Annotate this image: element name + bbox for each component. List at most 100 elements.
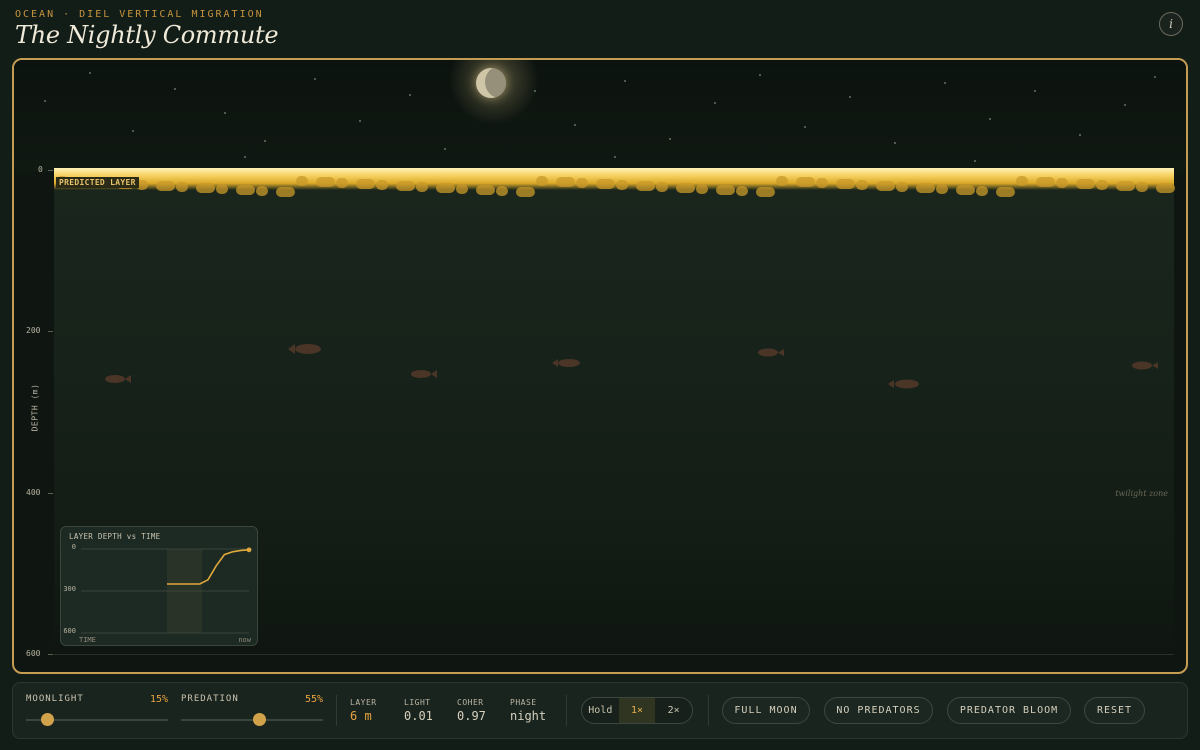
speed-2x[interactable]: 2× — [655, 698, 692, 723]
star — [409, 94, 411, 96]
moonlight-slider[interactable]: MOONLIGHT 15% — [26, 694, 168, 726]
stat-key: LIGHT — [404, 698, 431, 707]
moonlight-value: 15% — [149, 694, 168, 705]
plankton-cluster — [716, 185, 735, 195]
speed-toggle[interactable]: Hold 1× 2× — [581, 697, 693, 724]
plankton-cluster — [616, 180, 628, 190]
stat-value: night — [510, 709, 547, 723]
stat-key: LAYER — [350, 698, 377, 707]
tick-mark-0 — [48, 170, 53, 171]
stat-coher: COHER 0.97 — [457, 698, 486, 723]
plankton-cluster — [376, 180, 388, 190]
depth-tick-200: 200 — [26, 326, 41, 335]
depth-tick-400: 400 — [26, 488, 41, 497]
fish-icon — [552, 359, 580, 367]
slider-thumb[interactable] — [41, 713, 55, 726]
plankton-cluster — [676, 183, 695, 193]
no-predators-button[interactable]: NO PREDATORS — [824, 697, 933, 724]
layer-depth-chart: LAYER DEPTH vs TIME 0 300 600 TIME now — [60, 526, 258, 646]
tick-mark-400 — [48, 493, 53, 494]
star — [804, 126, 806, 128]
plankton-cluster — [236, 185, 255, 195]
plankton-cluster — [636, 181, 655, 191]
plankton-cluster — [356, 179, 375, 189]
divider — [336, 695, 337, 726]
plankton-cluster — [156, 181, 175, 191]
star — [174, 88, 176, 90]
speed-hold[interactable]: Hold — [582, 698, 619, 723]
divider — [566, 695, 567, 726]
star — [1154, 76, 1156, 78]
plankton-cluster — [936, 184, 948, 194]
star — [944, 82, 946, 84]
star — [264, 140, 266, 142]
stat-value: 6 m — [350, 709, 372, 723]
plankton-cluster — [596, 179, 615, 189]
plankton-cluster — [756, 187, 775, 197]
star — [444, 148, 446, 150]
stat-layer: LAYER 6 m — [350, 698, 377, 723]
divider — [708, 695, 709, 726]
night-sky — [14, 60, 1186, 172]
plankton-cluster — [1156, 183, 1175, 193]
plankton-cluster — [276, 187, 295, 197]
predation-label: PREDATION — [181, 694, 239, 704]
tick-mark-200 — [48, 331, 53, 332]
predator-bloom-button[interactable]: PREDATOR BLOOM — [947, 697, 1071, 724]
chart-x-start: TIME — [79, 636, 96, 644]
plankton-cluster — [396, 181, 415, 191]
plankton-cluster — [176, 182, 188, 192]
plankton-cluster — [1076, 179, 1095, 189]
plankton-cluster — [556, 177, 575, 187]
star — [1079, 134, 1081, 136]
predation-slider[interactable]: PREDATION 55% — [181, 694, 323, 726]
plankton-cluster — [996, 187, 1015, 197]
plankton-cluster — [1056, 178, 1068, 188]
stat-value: 0.97 — [457, 709, 486, 723]
plankton-cluster — [696, 184, 708, 194]
chart-plot — [81, 547, 252, 634]
plankton-cluster — [216, 184, 228, 194]
plankton-cluster — [656, 182, 668, 192]
fish-icon — [105, 375, 131, 383]
plankton-cluster — [416, 182, 428, 192]
fish-icon — [1132, 361, 1158, 370]
star — [89, 72, 91, 74]
stat-value: 0.01 — [404, 709, 433, 723]
star — [894, 142, 896, 144]
predicted-layer-label: PREDICTED LAYER — [56, 177, 139, 188]
info-icon[interactable]: i — [1159, 12, 1183, 36]
plankton-cluster — [296, 176, 308, 186]
slider-track[interactable] — [181, 719, 323, 721]
star — [849, 96, 851, 98]
plankton-cluster — [196, 183, 215, 193]
control-bar: MOONLIGHT 15% PREDATION 55% LAYER 6 m LI… — [12, 682, 1188, 739]
plankton-cluster — [496, 186, 508, 196]
plankton-cluster — [1016, 176, 1028, 186]
plankton-cluster — [536, 176, 548, 186]
fish-icon — [888, 379, 919, 389]
plankton-cluster — [916, 183, 935, 193]
full-moon-button[interactable]: FULL MOON — [722, 697, 810, 724]
star — [224, 112, 226, 114]
depth-axis-label: DEPTH (m) — [30, 383, 40, 432]
axis-bottom-line — [54, 654, 1174, 655]
plankton-cluster — [736, 186, 748, 196]
star — [244, 156, 246, 158]
reset-button[interactable]: RESET — [1084, 697, 1145, 724]
page-title: The Nightly Commute — [15, 21, 279, 49]
depth-tick-0: 0 — [38, 165, 43, 174]
star — [974, 160, 976, 162]
star — [1124, 104, 1126, 106]
speed-1x[interactable]: 1× — [618, 698, 656, 723]
plankton-cluster — [1136, 182, 1148, 192]
plankton-cluster — [856, 180, 868, 190]
fish-icon — [411, 370, 437, 378]
star — [759, 74, 761, 76]
plankton-cluster — [436, 183, 455, 193]
fish-icon — [758, 348, 784, 357]
tick-mark-600 — [48, 654, 53, 655]
plankton-cluster — [1096, 180, 1108, 190]
slider-thumb[interactable] — [253, 713, 267, 726]
star — [359, 120, 361, 122]
